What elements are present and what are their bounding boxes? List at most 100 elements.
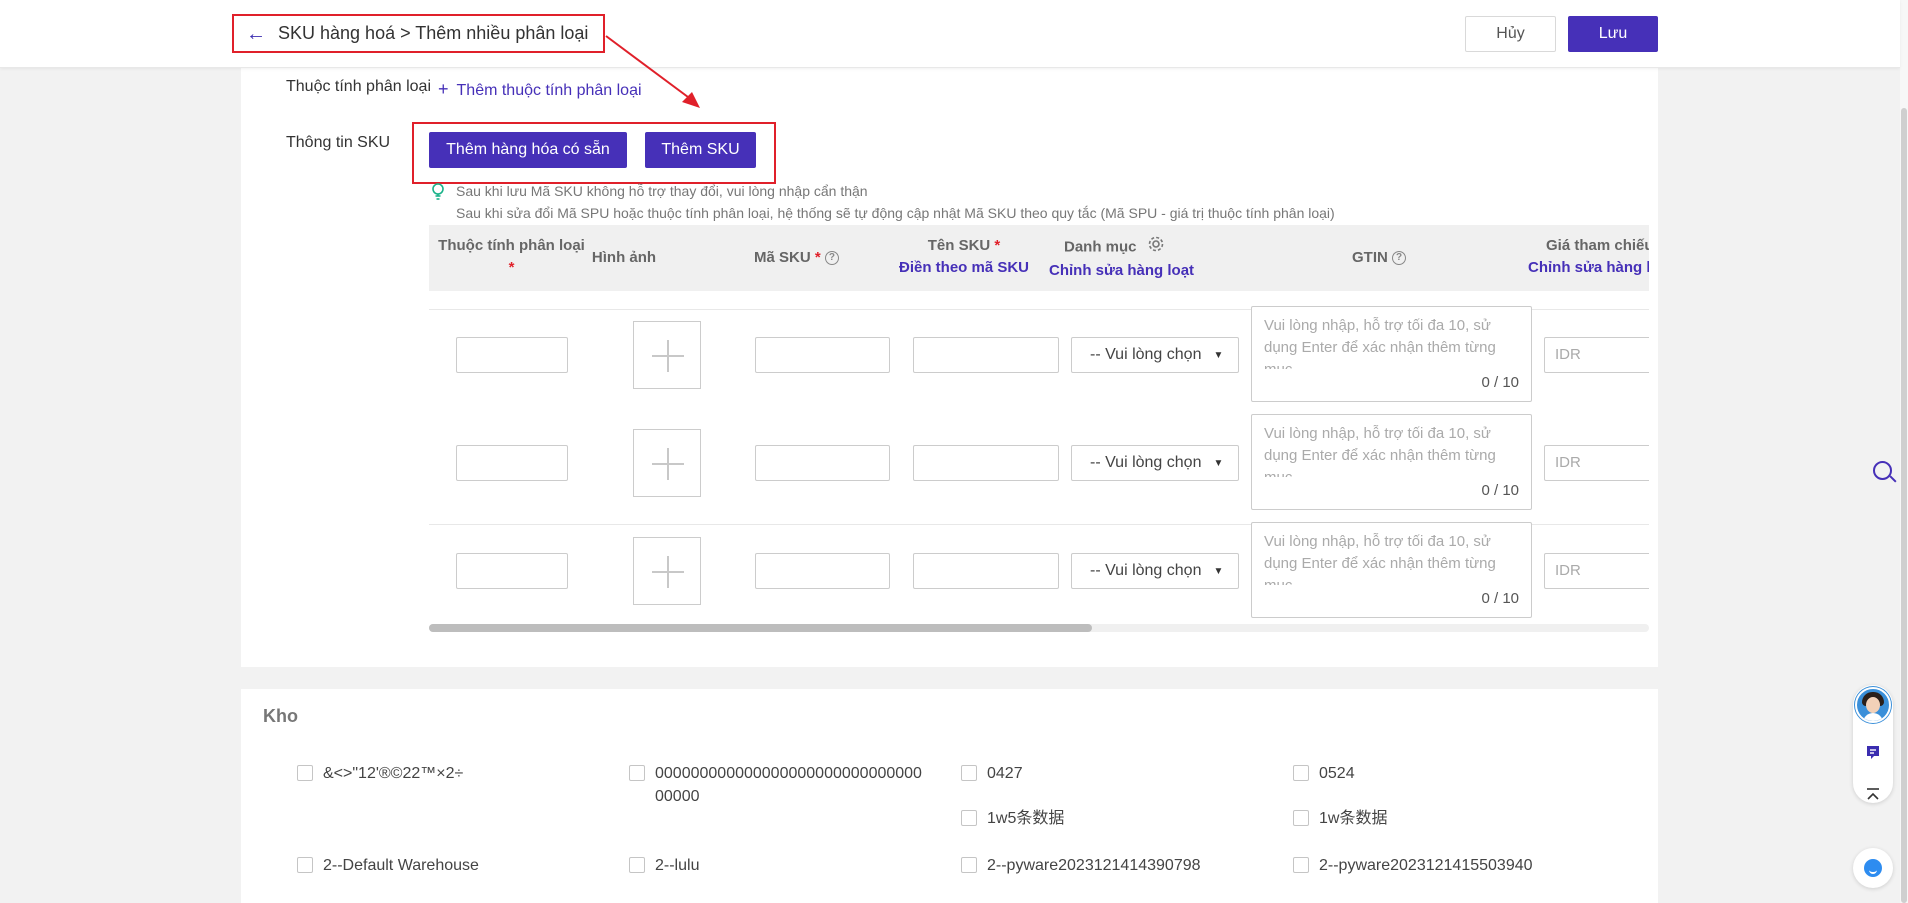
- category-select-value: -- Vui lòng chọn: [1090, 454, 1202, 471]
- price-input[interactable]: IDR: [1544, 553, 1649, 589]
- warehouse-name: 0524: [1319, 765, 1355, 782]
- cancel-button[interactable]: Hủy: [1465, 16, 1556, 52]
- warehouse-name: 0427: [987, 765, 1023, 782]
- attr-input[interactable]: [456, 553, 568, 589]
- search-icon[interactable]: [1873, 461, 1897, 487]
- warehouse-name: 00000000000000000000000000000000000: [655, 765, 922, 805]
- th-gtin-label: GTIN: [1351, 249, 1388, 266]
- plus-icon: +: [438, 79, 449, 99]
- warehouse-checkbox[interactable]: &<>"12'®©22™×2÷: [297, 762, 463, 785]
- warehouse-checkbox[interactable]: 0427: [961, 762, 1023, 785]
- warehouse-name: 2--pyware2023121415503940: [1319, 857, 1533, 874]
- warehouse-checkbox[interactable]: 2--pyware2023121414390798: [961, 854, 1201, 877]
- warehouse-name: 2--Default Warehouse: [323, 857, 479, 874]
- add-image-button[interactable]: [633, 321, 701, 389]
- sku-code-input[interactable]: [755, 337, 890, 373]
- help-icon[interactable]: ?: [1392, 251, 1406, 266]
- gtin-count: 0 / 10: [1481, 482, 1519, 499]
- warehouse-checkbox[interactable]: 2--pyware2023121415503940: [1293, 854, 1533, 877]
- breadcrumb: ← SKU hàng hoá > Thêm nhiều phân loại: [232, 14, 605, 53]
- category-select[interactable]: -- Vui lòng chọn ▼: [1071, 445, 1239, 481]
- attr-label: Thuộc tính phân loại: [286, 78, 431, 95]
- th-sku-name-label: Tên SKU: [927, 237, 991, 254]
- chatbot-icon[interactable]: [1853, 848, 1893, 888]
- arrow-left-icon[interactable]: ←: [246, 24, 266, 44]
- caret-down-icon: ▼: [1213, 457, 1224, 469]
- sku-name-input[interactable]: [913, 445, 1059, 481]
- th-attr-label: Thuộc tính phân loại: [438, 237, 585, 254]
- page-scrollbar[interactable]: [1901, 108, 1907, 903]
- warehouse-checkbox[interactable]: 1w5条数据: [961, 807, 1064, 830]
- support-avatar[interactable]: [1855, 687, 1891, 723]
- back-to-top-icon[interactable]: [1863, 786, 1883, 809]
- category-select[interactable]: -- Vui lòng chọn ▼: [1071, 553, 1239, 589]
- sku-name-input[interactable]: [913, 553, 1059, 589]
- required-mark: *: [990, 237, 1001, 254]
- th-image: Hình ảnh: [591, 249, 657, 266]
- category-select-value: -- Vui lòng chọn: [1090, 346, 1202, 363]
- warehouse-checkbox[interactable]: 2--lulu: [629, 854, 699, 877]
- price-input[interactable]: IDR: [1544, 337, 1649, 373]
- batch-edit-price-link[interactable]: Chỉnh sửa hàng loạt: [1528, 257, 1649, 279]
- feedback-icon[interactable]: [1863, 744, 1883, 767]
- add-existing-goods-button[interactable]: Thêm hàng hóa có sẵn: [429, 132, 627, 168]
- checkbox[interactable]: [629, 857, 645, 873]
- category-select[interactable]: -- Vui lòng chọn ▼: [1071, 337, 1239, 373]
- warehouse-checkbox[interactable]: 2--Default Warehouse: [297, 854, 479, 877]
- add-image-button[interactable]: [633, 537, 701, 605]
- checkbox[interactable]: [629, 765, 645, 781]
- th-attr: Thuộc tính phân loại *: [429, 235, 594, 279]
- th-category: Danh mục Chỉnh sửa hàng loạt: [1044, 235, 1229, 282]
- caret-down-icon: ▼: [1213, 565, 1224, 577]
- attr-input[interactable]: [456, 445, 568, 481]
- help-icon[interactable]: ?: [824, 251, 839, 266]
- checkbox[interactable]: [961, 765, 977, 781]
- sku-name-input[interactable]: [913, 337, 1059, 373]
- gtin-placeholder: Vui lòng nhập, hỗ trợ tối đa 10, sử dụng…: [1264, 317, 1496, 369]
- gtin-input[interactable]: Vui lòng nhập, hỗ trợ tối đa 10, sử dụng…: [1251, 306, 1532, 402]
- checkbox[interactable]: [1293, 810, 1309, 826]
- gear-icon[interactable]: [1147, 235, 1165, 260]
- fill-by-sku-code-link[interactable]: Điền theo mã SKU: [894, 257, 1034, 279]
- checkbox[interactable]: [297, 857, 313, 873]
- category-select-value: -- Vui lòng chọn: [1090, 562, 1202, 579]
- caret-down-icon: ▼: [1213, 349, 1224, 361]
- attr-input[interactable]: [456, 337, 568, 373]
- batch-edit-category-link[interactable]: Chỉnh sửa hàng loạt: [1044, 260, 1229, 282]
- top-bar: ← SKU hàng hoá > Thêm nhiều phân loại Hủ…: [0, 0, 1900, 68]
- gtin-input[interactable]: Vui lòng nhập, hỗ trợ tối đa 10, sử dụng…: [1251, 414, 1532, 510]
- gtin-placeholder: Vui lòng nhập, hỗ trợ tối đa 10, sử dụng…: [1264, 533, 1496, 585]
- th-price: Giá tham chiếu Chỉnh sửa hàng loạt: [1528, 235, 1649, 279]
- save-button[interactable]: Lưu: [1568, 16, 1658, 52]
- tip-line-1: Sau khi lưu Mã SKU không hỗ trợ thay đổi…: [456, 183, 868, 199]
- sku-code-input[interactable]: [755, 445, 890, 481]
- table-scrollbar[interactable]: [429, 624, 1092, 632]
- add-sku-button[interactable]: Thêm SKU: [645, 132, 756, 168]
- warehouse-checkbox[interactable]: 1w条数据: [1293, 807, 1387, 830]
- required-mark: *: [814, 249, 821, 266]
- required-mark: *: [508, 259, 515, 276]
- sku-table: Thuộc tính phân loại * Hình ảnh Mã SKU *…: [429, 225, 1649, 630]
- warehouse-checkbox[interactable]: 00000000000000000000000000000000000: [629, 762, 929, 808]
- table-header: Thuộc tính phân loại * Hình ảnh Mã SKU *…: [429, 225, 1649, 291]
- checkbox[interactable]: [961, 857, 977, 873]
- warehouse-checkbox[interactable]: 0524: [1293, 762, 1355, 785]
- sku-info-label: Thông tin SKU: [286, 134, 391, 151]
- th-sku-code-label: Mã SKU: [754, 249, 811, 266]
- checkbox[interactable]: [1293, 857, 1309, 873]
- breadcrumb-text: SKU hàng hoá > Thêm nhiều phân loại: [278, 23, 589, 43]
- sku-code-input[interactable]: [755, 553, 890, 589]
- warehouse-name: &<>"12'®©22™×2÷: [323, 765, 464, 782]
- gtin-input[interactable]: Vui lòng nhập, hỗ trợ tối đa 10, sử dụng…: [1251, 522, 1532, 618]
- warehouse-name: 1w条数据: [1319, 810, 1388, 827]
- th-sku-name: Tên SKU * Điền theo mã SKU: [894, 235, 1034, 279]
- warehouse-title: Kho: [263, 706, 298, 726]
- warehouse-name: 2--pyware2023121414390798: [987, 857, 1201, 874]
- th-category-label: Danh mục: [1064, 238, 1137, 256]
- price-input[interactable]: IDR: [1544, 445, 1649, 481]
- checkbox[interactable]: [1293, 765, 1309, 781]
- add-image-button[interactable]: [633, 429, 701, 497]
- th-sku-code: Mã SKU * ?: [754, 247, 904, 269]
- checkbox[interactable]: [961, 810, 977, 826]
- checkbox[interactable]: [297, 765, 313, 781]
